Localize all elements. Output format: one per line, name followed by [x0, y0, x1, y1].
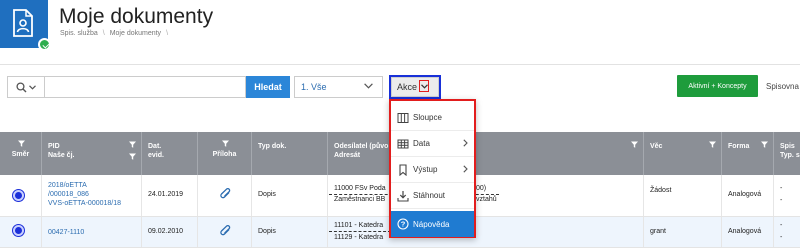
menu-item-sloupce[interactable]: Sloupce [391, 105, 474, 131]
date-cell: 24.01.2019 [142, 175, 198, 216]
column-header-odesilatel[interactable]: Odesílatel (půvo Adresát [328, 132, 644, 175]
table-data-icon [397, 139, 409, 149]
bookmark-icon [399, 164, 407, 176]
app-root: Moje dokumenty Spis. služba \ Moje dokum… [0, 0, 800, 248]
search-input[interactable] [44, 76, 246, 98]
doc-type-cell: Dopis [252, 217, 328, 247]
filter-select-value: 1. Vše [301, 82, 327, 92]
filter-funnel-icon[interactable] [17, 140, 25, 147]
form-cell: Analogová [722, 175, 774, 216]
breadcrumb-item[interactable]: Spis. služba [60, 30, 98, 37]
column-header-priloha[interactable]: Příloha [198, 132, 252, 175]
akce-button[interactable]: Akce [391, 77, 439, 97]
direction-cell [0, 175, 42, 216]
row-divider [329, 231, 391, 232]
pid-cell: 00427-1110 [42, 217, 142, 247]
menu-item-data[interactable]: Data [391, 131, 474, 157]
pid-link[interactable]: VVS-oETTA-000018/18 [48, 199, 121, 208]
chevron-right-icon [463, 165, 468, 173]
active-concepts-button[interactable]: Aktivní + Koncepty [677, 75, 758, 97]
sender-cell: 11101 - Katedra 11129 - Katedra [328, 217, 644, 247]
pid-cell: 2018/oETTA /000018_086 VVS-oETTA-000018/… [42, 175, 142, 216]
direction-radio-icon[interactable] [13, 225, 24, 236]
form-cell: Analogová [722, 217, 774, 247]
filter-funnel-icon[interactable] [631, 141, 638, 148]
menu-item-napoveda[interactable]: ? Nápověda [391, 211, 474, 237]
paperclip-icon[interactable] [220, 188, 232, 201]
pid-link[interactable]: /000018_086 [48, 190, 89, 199]
file-cell: - - [780, 222, 783, 241]
column-header-typ[interactable]: Typ dok. [252, 132, 328, 175]
doc-type-cell: Dopis [252, 175, 328, 216]
column-header-pid[interactable]: PID Naše čj. [42, 132, 142, 175]
direction-cell [0, 217, 42, 247]
page-title: Moje dokumenty [59, 5, 214, 28]
column-header-datum[interactable]: Dat. evid. [142, 132, 198, 175]
filter-funnel-icon[interactable] [709, 141, 716, 148]
filter-funnel-icon[interactable] [129, 153, 136, 160]
filter-funnel-icon[interactable] [761, 141, 768, 148]
help-icon: ? [397, 218, 409, 230]
column-header-smer[interactable]: Směr [0, 132, 42, 175]
search-button[interactable]: Hledat [246, 76, 290, 98]
spisovna-tab[interactable]: Spisovna [766, 82, 799, 91]
column-header-forma[interactable]: Forma [722, 132, 774, 175]
attachment-cell [198, 175, 252, 216]
breadcrumb-separator: \ [166, 30, 169, 37]
header-divider [0, 64, 800, 65]
chevron-down-icon [364, 83, 373, 89]
menu-item-vystup[interactable]: Výstup [391, 157, 474, 183]
sender-cell: 11000 FSv Poda 00) Zaměstnanci BB vztahů [328, 175, 644, 216]
document-user-icon[interactable] [0, 0, 51, 51]
akce-chevron-highlight[interactable] [419, 80, 429, 92]
filter-funnel-icon[interactable] [221, 140, 229, 147]
akce-label: Akce [397, 82, 418, 92]
file-cell: - - [780, 185, 783, 204]
search-type-dropdown[interactable] [7, 76, 44, 98]
chevron-right-icon [463, 139, 468, 147]
column-header-vec[interactable]: Věc [644, 132, 722, 175]
chevron-down-icon [420, 83, 428, 89]
pid-link[interactable]: 00427-1110 [48, 228, 84, 237]
check-badge-icon [38, 38, 51, 51]
filter-funnel-icon[interactable] [129, 141, 136, 148]
columns-icon [397, 113, 409, 123]
svg-text:?: ? [401, 220, 406, 229]
breadcrumb-separator: \ [102, 30, 105, 37]
download-icon [397, 191, 409, 202]
search-icon [16, 81, 27, 92]
menu-item-stahnout[interactable]: Stáhnout [391, 183, 474, 209]
column-header-spis[interactable]: Spis Typ. s [774, 132, 800, 175]
direction-radio-icon[interactable] [13, 190, 24, 201]
date-cell: 09.02.2010 [142, 217, 198, 247]
breadcrumb: Spis. služba \ Moje dokumenty \ [60, 30, 168, 37]
breadcrumb-item[interactable]: Moje dokumenty [110, 30, 161, 37]
akce-dropdown-menu: Sloupce Data Výstup Stáhnout ? Nápověda [389, 99, 476, 238]
chevron-down-icon [29, 84, 36, 90]
paperclip-icon[interactable] [220, 225, 232, 238]
filter-select[interactable]: 1. Vše [294, 76, 383, 98]
subject-cell: grant [644, 217, 722, 247]
pid-link[interactable]: 2018/oETTA [48, 181, 87, 190]
attachment-cell [198, 217, 252, 247]
subject-cell: Žádost [644, 175, 722, 216]
